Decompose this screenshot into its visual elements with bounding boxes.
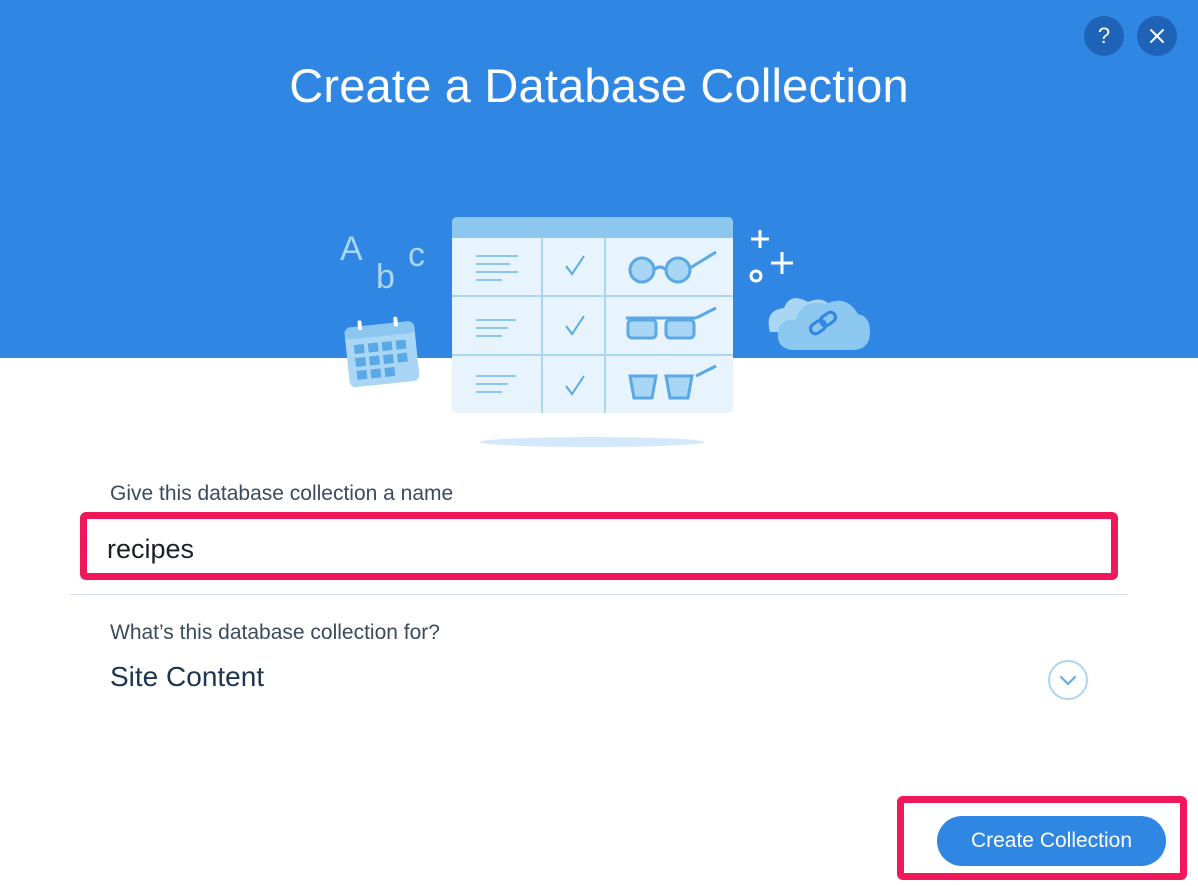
plus-icon xyxy=(749,230,793,283)
help-icon: ? xyxy=(1097,23,1111,48)
letter-a: A xyxy=(340,230,363,268)
collection-name-input[interactable] xyxy=(107,529,1087,569)
letter-b: b xyxy=(376,258,395,296)
help-button[interactable]: ? xyxy=(1084,16,1124,56)
shadow xyxy=(480,437,704,447)
close-button[interactable] xyxy=(1137,16,1177,56)
close-icon xyxy=(1150,29,1164,43)
purpose-dropdown-button[interactable] xyxy=(1048,660,1088,700)
purpose-select-value[interactable]: Site Content xyxy=(110,661,264,693)
purpose-label: What’s this database collection for? xyxy=(110,621,440,644)
database-illustration: A b c xyxy=(340,217,870,447)
create-collection-button[interactable]: Create Collection xyxy=(937,816,1166,866)
dialog-title: Create a Database Collection xyxy=(289,59,909,112)
name-label: Give this database collection a name xyxy=(110,482,454,505)
cloud-link-icon xyxy=(768,298,870,350)
name-field-highlight xyxy=(80,512,1118,580)
calendar-icon xyxy=(344,316,420,388)
divider xyxy=(70,594,1128,595)
table-card xyxy=(452,217,733,413)
chevron-down-icon xyxy=(1060,676,1076,685)
letter-c: c xyxy=(408,236,425,274)
